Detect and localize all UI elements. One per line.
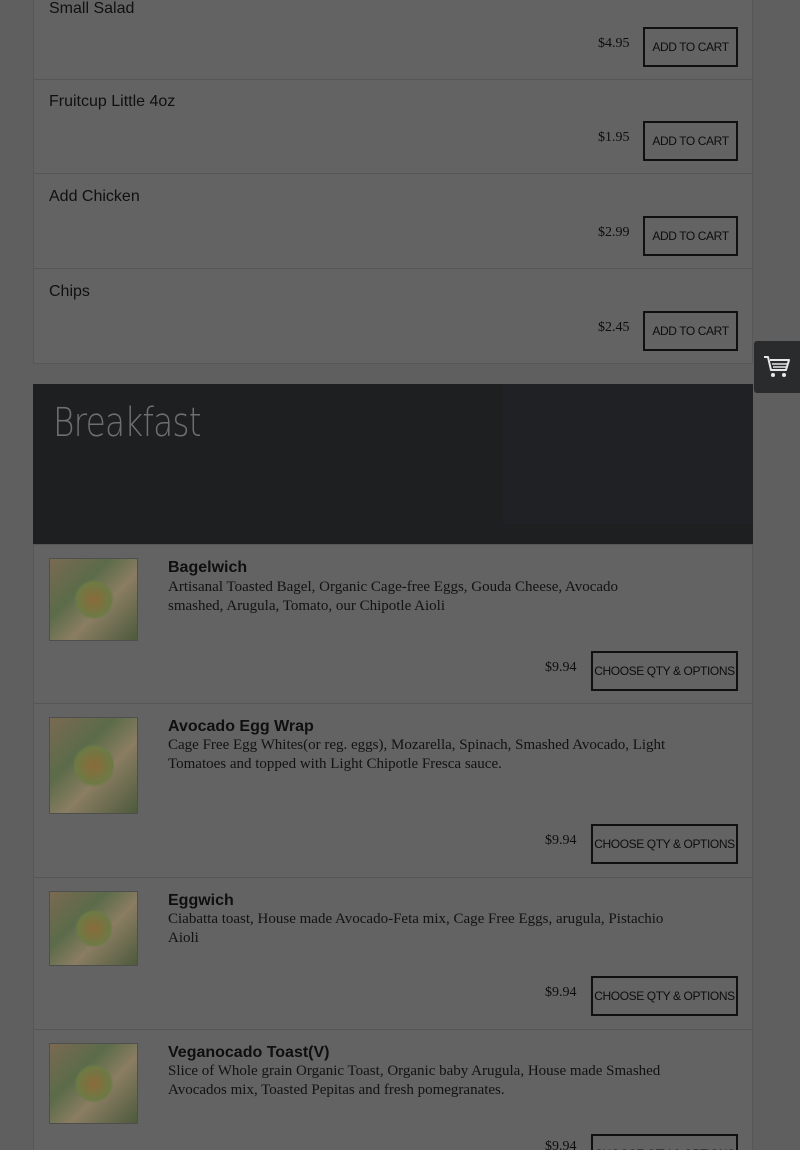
addon-list: Small Salad $4.95 ADD TO CART Fruitcup L… [33,0,753,364]
choose-options-button[interactable]: CHOOSE QTY & OPTIONS [591,824,738,864]
item-price: $9.94 [545,985,577,1000]
item-name[interactable]: Bagelwich [168,559,247,577]
item-price: $9.94 [545,833,577,848]
item-photo[interactable] [49,1043,138,1124]
addon-name: Fruitcup Little 4oz [49,93,176,110]
menu-item[interactable]: Veganocado Toast(V) Slice of Whole grain… [33,1030,753,1150]
item-name[interactable]: Eggwich [168,892,234,910]
item-photo[interactable] [49,717,138,814]
menu-item[interactable]: Bagelwich Artisanal Toasted Bagel, Organ… [33,544,753,704]
item-name[interactable]: Avocado Egg Wrap [168,718,314,736]
addon-price: $1.95 [598,130,630,145]
addon-row: Add Chicken $2.99 ADD TO CART [33,174,753,269]
choose-options-button[interactable]: CHOOSE QTY & OPTIONS [591,976,738,1016]
section-title: Breakfast [53,400,202,446]
add-to-cart-button[interactable]: ADD TO CART [643,121,738,161]
addon-name: Add Chicken [49,188,140,205]
addon-price: $2.45 [598,320,630,335]
item-price: $9.94 [545,660,577,675]
add-to-cart-button[interactable]: ADD TO CART [643,27,738,67]
add-to-cart-button[interactable]: ADD TO CART [643,311,738,351]
addon-price: $2.99 [598,225,630,240]
item-photo[interactable] [49,558,138,641]
item-price: $9.94 [545,1139,577,1150]
item-description: Slice of Whole grain Organic Toast, Orga… [168,1063,661,1098]
addon-row: Small Salad $4.95 ADD TO CART [33,0,753,80]
section-banner: Breakfast [33,384,753,544]
item-photo[interactable] [49,891,138,966]
menu-item-list: Bagelwich Artisanal Toasted Bagel, Organ… [33,544,753,1150]
item-name[interactable]: Veganocado Toast(V) [168,1044,330,1062]
addon-name: Small Salad [49,0,135,17]
item-description: Artisanal Toasted Bagel, Organic Cage-fr… [168,579,619,614]
banner-image [503,384,753,524]
addon-row: Chips $2.45 ADD TO CART [33,269,753,364]
addon-name: Chips [49,283,90,300]
floating-cart-button[interactable] [754,341,800,393]
addon-row: Fruitcup Little 4oz $1.95 ADD TO CART [33,80,753,174]
item-description: Ciabatta toast, House made Avocado-Feta … [168,911,664,946]
menu-item[interactable]: Avocado Egg Wrap Cage Free Egg Whites(or… [33,704,753,878]
choose-options-button[interactable]: CHOOSE QTY & OPTIONS [591,651,738,691]
item-description: Cage Free Egg Whites(or reg. eggs), Moza… [168,737,666,772]
add-to-cart-button[interactable]: ADD TO CART [643,216,738,256]
choose-options-button[interactable]: CHOOSE QTY & OPTIONS [591,1134,738,1150]
addon-price: $4.95 [598,36,630,51]
menu-item[interactable]: Eggwich Ciabatta toast, House made Avoca… [33,878,753,1030]
shopping-cart-icon [764,356,790,377]
